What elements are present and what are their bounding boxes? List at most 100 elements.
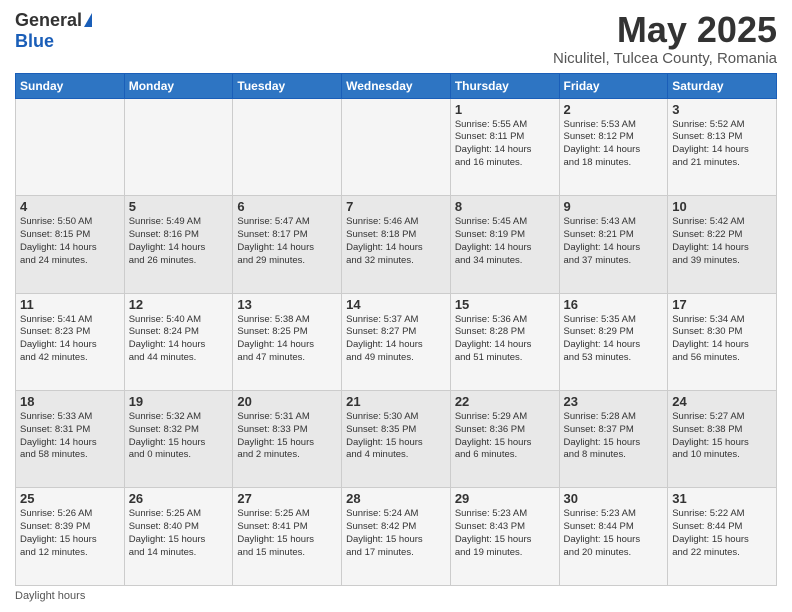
day-info: Sunrise: 5:55 AM Sunset: 8:11 PM Dayligh… [455, 119, 555, 170]
page: General Blue May 2025 Niculitel, Tulcea … [0, 0, 792, 612]
day-info: Sunrise: 5:23 AM Sunset: 8:44 PM Dayligh… [564, 508, 664, 559]
day-info: Sunrise: 5:32 AM Sunset: 8:32 PM Dayligh… [129, 411, 229, 462]
calendar-cell: 6Sunrise: 5:47 AM Sunset: 8:17 PM Daylig… [233, 196, 342, 293]
day-info: Sunrise: 5:23 AM Sunset: 8:43 PM Dayligh… [455, 508, 555, 559]
calendar-header: SundayMondayTuesdayWednesdayThursdayFrid… [16, 73, 777, 98]
day-number: 4 [20, 199, 120, 214]
day-number: 16 [564, 297, 664, 312]
weekday-header-sunday: Sunday [16, 73, 125, 98]
week-row-3: 11Sunrise: 5:41 AM Sunset: 8:23 PM Dayli… [16, 293, 777, 390]
day-info: Sunrise: 5:25 AM Sunset: 8:40 PM Dayligh… [129, 508, 229, 559]
day-info: Sunrise: 5:22 AM Sunset: 8:44 PM Dayligh… [672, 508, 772, 559]
day-number: 1 [455, 102, 555, 117]
day-info: Sunrise: 5:53 AM Sunset: 8:12 PM Dayligh… [564, 119, 664, 170]
weekday-header-tuesday: Tuesday [233, 73, 342, 98]
day-info: Sunrise: 5:42 AM Sunset: 8:22 PM Dayligh… [672, 216, 772, 267]
calendar-cell: 10 Sunrise: 5:42 AM Sunset: 8:22 PM Dayli… [668, 196, 777, 293]
day-number: 22 [455, 394, 555, 409]
calendar-cell: 5 Sunrise: 5:49 AM Sunset: 8:16 PM Daylig… [124, 196, 233, 293]
calendar-cell: 2Sunrise: 5:53 AM Sunset: 8:12 PM Daylig… [559, 98, 668, 195]
day-number: 10 [672, 199, 772, 214]
calendar-cell: 14 Sunrise: 5:37 AM Sunset: 8:27 PM Dayli… [342, 293, 451, 390]
weekday-row: SundayMondayTuesdayWednesdayThursdayFrid… [16, 73, 777, 98]
day-number: 5 [129, 199, 229, 214]
calendar-cell: 28Sunrise: 5:24 AM Sunset: 8:42 PM Dayli… [342, 488, 451, 586]
day-info: Sunrise: 5:30 AM Sunset: 8:35 PM Dayligh… [346, 411, 446, 462]
calendar-cell: 21 Sunrise: 5:30 AM Sunset: 8:35 PM Dayli… [342, 391, 451, 488]
day-info: Sunrise: 5:31 AM Sunset: 8:33 PM Dayligh… [237, 411, 337, 462]
day-info: Sunrise: 5:49 AM Sunset: 8:16 PM Dayligh… [129, 216, 229, 267]
day-number: 25 [20, 491, 120, 506]
calendar-cell: 17 Sunrise: 5:34 AM Sunset: 8:30 PM Dayli… [668, 293, 777, 390]
day-number: 27 [237, 491, 337, 506]
calendar-cell: 24 Sunrise: 5:27 AM Sunset: 8:38 PM Dayli… [668, 391, 777, 488]
calendar-cell: 12Sunrise: 5:40 AM Sunset: 8:24 PM Dayli… [124, 293, 233, 390]
day-info: Sunrise: 5:36 AM Sunset: 8:28 PM Dayligh… [455, 314, 555, 365]
week-row-2: 4 Sunrise: 5:50 AM Sunset: 8:15 PM Daylig… [16, 196, 777, 293]
weekday-header-friday: Friday [559, 73, 668, 98]
week-row-4: 18Sunrise: 5:33 AM Sunset: 8:31 PM Dayli… [16, 391, 777, 488]
calendar-table: SundayMondayTuesdayWednesdayThursdayFrid… [15, 73, 777, 586]
day-info: Sunrise: 5:34 AM Sunset: 8:30 PM Dayligh… [672, 314, 772, 365]
calendar-cell: 27Sunrise: 5:25 AM Sunset: 8:41 PM Dayli… [233, 488, 342, 586]
calendar-cell: 16 Sunrise: 5:35 AM Sunset: 8:29 PM Dayli… [559, 293, 668, 390]
day-info: Sunrise: 5:27 AM Sunset: 8:38 PM Dayligh… [672, 411, 772, 462]
day-info: Sunrise: 5:37 AM Sunset: 8:27 PM Dayligh… [346, 314, 446, 365]
calendar-cell: 8 Sunrise: 5:45 AM Sunset: 8:19 PM Daylig… [450, 196, 559, 293]
logo-general: General [15, 10, 82, 31]
day-number: 14 [346, 297, 446, 312]
day-number: 20 [237, 394, 337, 409]
calendar-cell: 15 Sunrise: 5:36 AM Sunset: 8:28 PM Dayli… [450, 293, 559, 390]
weekday-header-saturday: Saturday [668, 73, 777, 98]
weekday-header-monday: Monday [124, 73, 233, 98]
day-info: Sunrise: 5:46 AM Sunset: 8:18 PM Dayligh… [346, 216, 446, 267]
calendar-cell [233, 98, 342, 195]
calendar-cell: 7 Sunrise: 5:46 AM Sunset: 8:18 PM Daylig… [342, 196, 451, 293]
logo: General Blue [15, 10, 92, 52]
day-number: 29 [455, 491, 555, 506]
day-info: Sunrise: 5:33 AM Sunset: 8:31 PM Dayligh… [20, 411, 120, 462]
calendar-cell: 13Sunrise: 5:38 AM Sunset: 8:25 PM Dayli… [233, 293, 342, 390]
calendar-cell: 3Sunrise: 5:52 AM Sunset: 8:13 PM Daylig… [668, 98, 777, 195]
day-info: Sunrise: 5:41 AM Sunset: 8:23 PM Dayligh… [20, 314, 120, 365]
day-info: Sunrise: 5:45 AM Sunset: 8:19 PM Dayligh… [455, 216, 555, 267]
day-info: Sunrise: 5:43 AM Sunset: 8:21 PM Dayligh… [564, 216, 664, 267]
day-number: 8 [455, 199, 555, 214]
calendar-cell: 23Sunrise: 5:28 AM Sunset: 8:37 PM Dayli… [559, 391, 668, 488]
day-info: Sunrise: 5:29 AM Sunset: 8:36 PM Dayligh… [455, 411, 555, 462]
day-info: Sunrise: 5:50 AM Sunset: 8:15 PM Dayligh… [20, 216, 120, 267]
day-number: 12 [129, 297, 229, 312]
calendar-cell: 11Sunrise: 5:41 AM Sunset: 8:23 PM Dayli… [16, 293, 125, 390]
day-number: 24 [672, 394, 772, 409]
day-number: 17 [672, 297, 772, 312]
logo-triangle-icon [84, 13, 92, 27]
week-row-5: 25Sunrise: 5:26 AM Sunset: 8:39 PM Dayli… [16, 488, 777, 586]
calendar-cell: 31 Sunrise: 5:22 AM Sunset: 8:44 PM Dayli… [668, 488, 777, 586]
day-info: Sunrise: 5:52 AM Sunset: 8:13 PM Dayligh… [672, 119, 772, 170]
day-number: 31 [672, 491, 772, 506]
page-title: May 2025 [553, 10, 777, 50]
calendar-cell: 29 Sunrise: 5:23 AM Sunset: 8:43 PM Dayli… [450, 488, 559, 586]
day-info: Sunrise: 5:38 AM Sunset: 8:25 PM Dayligh… [237, 314, 337, 365]
day-number: 7 [346, 199, 446, 214]
calendar-cell: 4 Sunrise: 5:50 AM Sunset: 8:15 PM Daylig… [16, 196, 125, 293]
week-row-1: 1 Sunrise: 5:55 AM Sunset: 8:11 PM Daylig… [16, 98, 777, 195]
day-number: 23 [564, 394, 664, 409]
logo-blue: Blue [15, 31, 54, 52]
weekday-header-wednesday: Wednesday [342, 73, 451, 98]
footer-note: Daylight hours [15, 590, 777, 602]
day-number: 9 [564, 199, 664, 214]
calendar-cell [342, 98, 451, 195]
page-subtitle: Niculitel, Tulcea County, Romania [553, 50, 777, 67]
calendar-cell: 20 Sunrise: 5:31 AM Sunset: 8:33 PM Dayli… [233, 391, 342, 488]
weekday-header-thursday: Thursday [450, 73, 559, 98]
day-number: 28 [346, 491, 446, 506]
day-number: 15 [455, 297, 555, 312]
day-info: Sunrise: 5:35 AM Sunset: 8:29 PM Dayligh… [564, 314, 664, 365]
calendar-cell: 30Sunrise: 5:23 AM Sunset: 8:44 PM Dayli… [559, 488, 668, 586]
day-number: 19 [129, 394, 229, 409]
calendar-body: 1 Sunrise: 5:55 AM Sunset: 8:11 PM Daylig… [16, 98, 777, 585]
day-info: Sunrise: 5:47 AM Sunset: 8:17 PM Dayligh… [237, 216, 337, 267]
day-number: 21 [346, 394, 446, 409]
header-right: May 2025 Niculitel, Tulcea County, Roman… [553, 10, 777, 67]
